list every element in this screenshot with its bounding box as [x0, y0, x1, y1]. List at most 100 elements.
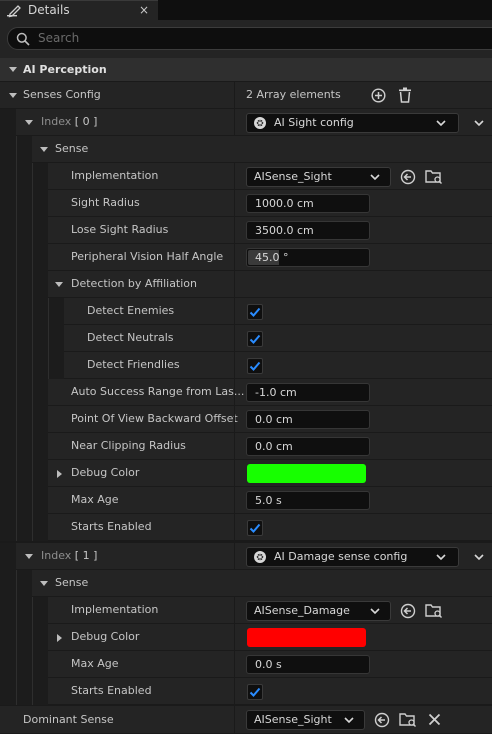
- checkmark-icon: [249, 523, 261, 533]
- starts-enabled-0-row: Starts Enabled: [0, 514, 492, 541]
- implementation-0-combo[interactable]: AISense_Sight: [246, 167, 391, 187]
- starts-enabled-1-row: Starts Enabled: [0, 678, 492, 705]
- detect-neutrals-label: Detect Neutrals: [87, 331, 174, 344]
- senses-config-row: Senses Config 2 Array elements: [0, 82, 492, 109]
- starts-enabled-1-label: Starts Enabled: [71, 684, 152, 697]
- peripheral-vision-row: Peripheral Vision Half Angle 45.0 °: [0, 244, 492, 271]
- sight-radius-input[interactable]: 1000.0 cm: [246, 194, 370, 213]
- use-selected-icon[interactable]: [374, 712, 390, 728]
- lose-sight-radius-row: Lose Sight Radius 3500.0 cm: [0, 217, 492, 244]
- search-icon: [16, 32, 30, 46]
- trash-icon[interactable]: [398, 87, 412, 103]
- index-0-label: Index [ 0 ]: [41, 115, 98, 128]
- browse-folder-icon[interactable]: [425, 168, 443, 185]
- sense-config-combo-1[interactable]: AI Damage sense config: [246, 547, 459, 567]
- starts-enabled-0-label: Starts Enabled: [71, 520, 152, 533]
- peripheral-vision-label: Peripheral Vision Half Angle: [71, 250, 224, 263]
- use-selected-icon[interactable]: [400, 169, 416, 185]
- detection-affiliation-row: Detection by Affiliation: [0, 271, 492, 298]
- close-tab-button[interactable]: ×: [137, 2, 151, 18]
- implementation-0-label: Implementation: [71, 169, 159, 182]
- sense-1-collapse-icon[interactable]: [40, 581, 48, 586]
- chevron-down-icon: [344, 717, 354, 724]
- sense-1-row: Sense: [0, 570, 492, 597]
- checkmark-icon: [249, 334, 261, 344]
- category-label: AI Perception: [23, 63, 107, 76]
- debug-color-0-label: Debug Color: [71, 466, 140, 479]
- pov-offset-label: Point Of View Backward Offset: [71, 412, 238, 425]
- near-clip-label: Near Clipping Radius: [71, 439, 186, 452]
- pov-offset-row: Point Of View Backward Offset 0.0 cm: [0, 406, 492, 433]
- detection-collapse-icon[interactable]: [55, 282, 63, 287]
- checkmark-icon: [249, 687, 261, 697]
- max-age-1-row: Max Age 0.0 s: [0, 651, 492, 678]
- chevron-down-icon: [436, 120, 446, 127]
- sense-config-icon: [254, 551, 266, 563]
- max-age-0-row: Max Age 5.0 s: [0, 487, 492, 514]
- dominant-sense-row: Dominant Sense AISense_Sight: [0, 706, 492, 734]
- pov-offset-input[interactable]: 0.0 cm: [246, 410, 370, 429]
- category-ai-perception[interactable]: AI Perception: [0, 58, 492, 82]
- index-1-collapse-icon[interactable]: [25, 554, 33, 559]
- detect-enemies-label: Detect Enemies: [87, 304, 175, 317]
- sense-0-collapse-icon[interactable]: [40, 147, 48, 152]
- chevron-down-icon: [370, 174, 380, 181]
- senses-config-collapse-icon[interactable]: [9, 93, 17, 98]
- details-pencil-icon: [7, 5, 21, 18]
- lose-sight-radius-input[interactable]: 3500.0 cm: [246, 221, 370, 240]
- detect-enemies-checkbox[interactable]: [247, 304, 263, 320]
- max-age-0-input[interactable]: 5.0 s: [246, 491, 370, 510]
- max-age-1-label: Max Age: [71, 657, 119, 670]
- details-tab[interactable]: Details ×: [0, 0, 158, 20]
- checkmark-icon: [249, 307, 261, 317]
- debug-color-0-expand-icon[interactable]: [57, 470, 62, 478]
- debug-color-0-row: Debug Color: [0, 460, 492, 487]
- dominant-sense-combo[interactable]: AISense_Sight: [246, 710, 365, 730]
- detect-friendlies-label: Detect Friendlies: [87, 358, 180, 371]
- sense-1-label: Sense: [55, 576, 89, 589]
- debug-color-1-swatch[interactable]: [247, 628, 366, 647]
- sight-radius-label: Sight Radius: [71, 196, 140, 209]
- browse-folder-icon[interactable]: [425, 602, 443, 619]
- sense-0-row: Sense: [0, 136, 492, 163]
- detect-enemies-row: Detect Enemies: [0, 298, 492, 325]
- index-1-label: Index [ 1 ]: [41, 549, 98, 562]
- implementation-1-row: Implementation AISense_Damage: [0, 597, 492, 624]
- chevron-down-icon: [436, 554, 446, 561]
- detect-neutrals-row: Detect Neutrals: [0, 325, 492, 352]
- detect-neutrals-checkbox[interactable]: [247, 331, 263, 347]
- max-age-1-input[interactable]: 0.0 s: [246, 655, 370, 674]
- chevron-down-icon: [370, 608, 380, 615]
- browse-folder-icon[interactable]: [399, 711, 417, 728]
- implementation-1-combo[interactable]: AISense_Damage: [246, 601, 391, 621]
- index-1-row: Index [ 1 ] AI Damage sense config: [0, 543, 492, 570]
- starts-enabled-0-checkbox[interactable]: [247, 520, 263, 536]
- index-1-options-chevron-icon[interactable]: [473, 551, 485, 563]
- add-element-icon[interactable]: [371, 88, 386, 103]
- sense-0-label: Sense: [55, 142, 89, 155]
- search-placeholder: Search: [38, 31, 80, 45]
- search-row: Search: [0, 20, 492, 58]
- debug-color-0-swatch[interactable]: [247, 464, 366, 483]
- max-age-0-label: Max Age: [71, 493, 119, 506]
- starts-enabled-1-checkbox[interactable]: [247, 684, 263, 700]
- index-0-options-chevron-icon[interactable]: [473, 117, 485, 129]
- sense-config-combo-0[interactable]: AI Sight config: [246, 113, 459, 133]
- implementation-0-row: Implementation AISense_Sight: [0, 163, 492, 190]
- sight-radius-row: Sight Radius 1000.0 cm: [0, 190, 492, 217]
- detect-friendlies-checkbox[interactable]: [247, 358, 263, 374]
- collapse-arrow-icon[interactable]: [9, 67, 17, 72]
- auto-success-input[interactable]: -1.0 cm: [246, 383, 370, 402]
- auto-success-row: Auto Success Range from Las... -1.0 cm: [0, 379, 492, 406]
- near-clip-row: Near Clipping Radius 0.0 cm: [0, 433, 492, 460]
- peripheral-vision-slider[interactable]: 45.0 °: [246, 248, 370, 267]
- debug-color-1-row: Debug Color: [0, 624, 492, 651]
- clear-icon[interactable]: [428, 713, 441, 726]
- debug-color-1-expand-icon[interactable]: [57, 634, 62, 642]
- search-input[interactable]: Search: [7, 27, 492, 50]
- senses-config-label: Senses Config: [23, 88, 101, 101]
- index-0-collapse-icon[interactable]: [25, 120, 33, 125]
- detection-affiliation-label: Detection by Affiliation: [71, 277, 198, 290]
- use-selected-icon[interactable]: [400, 603, 416, 619]
- near-clip-input[interactable]: 0.0 cm: [246, 437, 370, 456]
